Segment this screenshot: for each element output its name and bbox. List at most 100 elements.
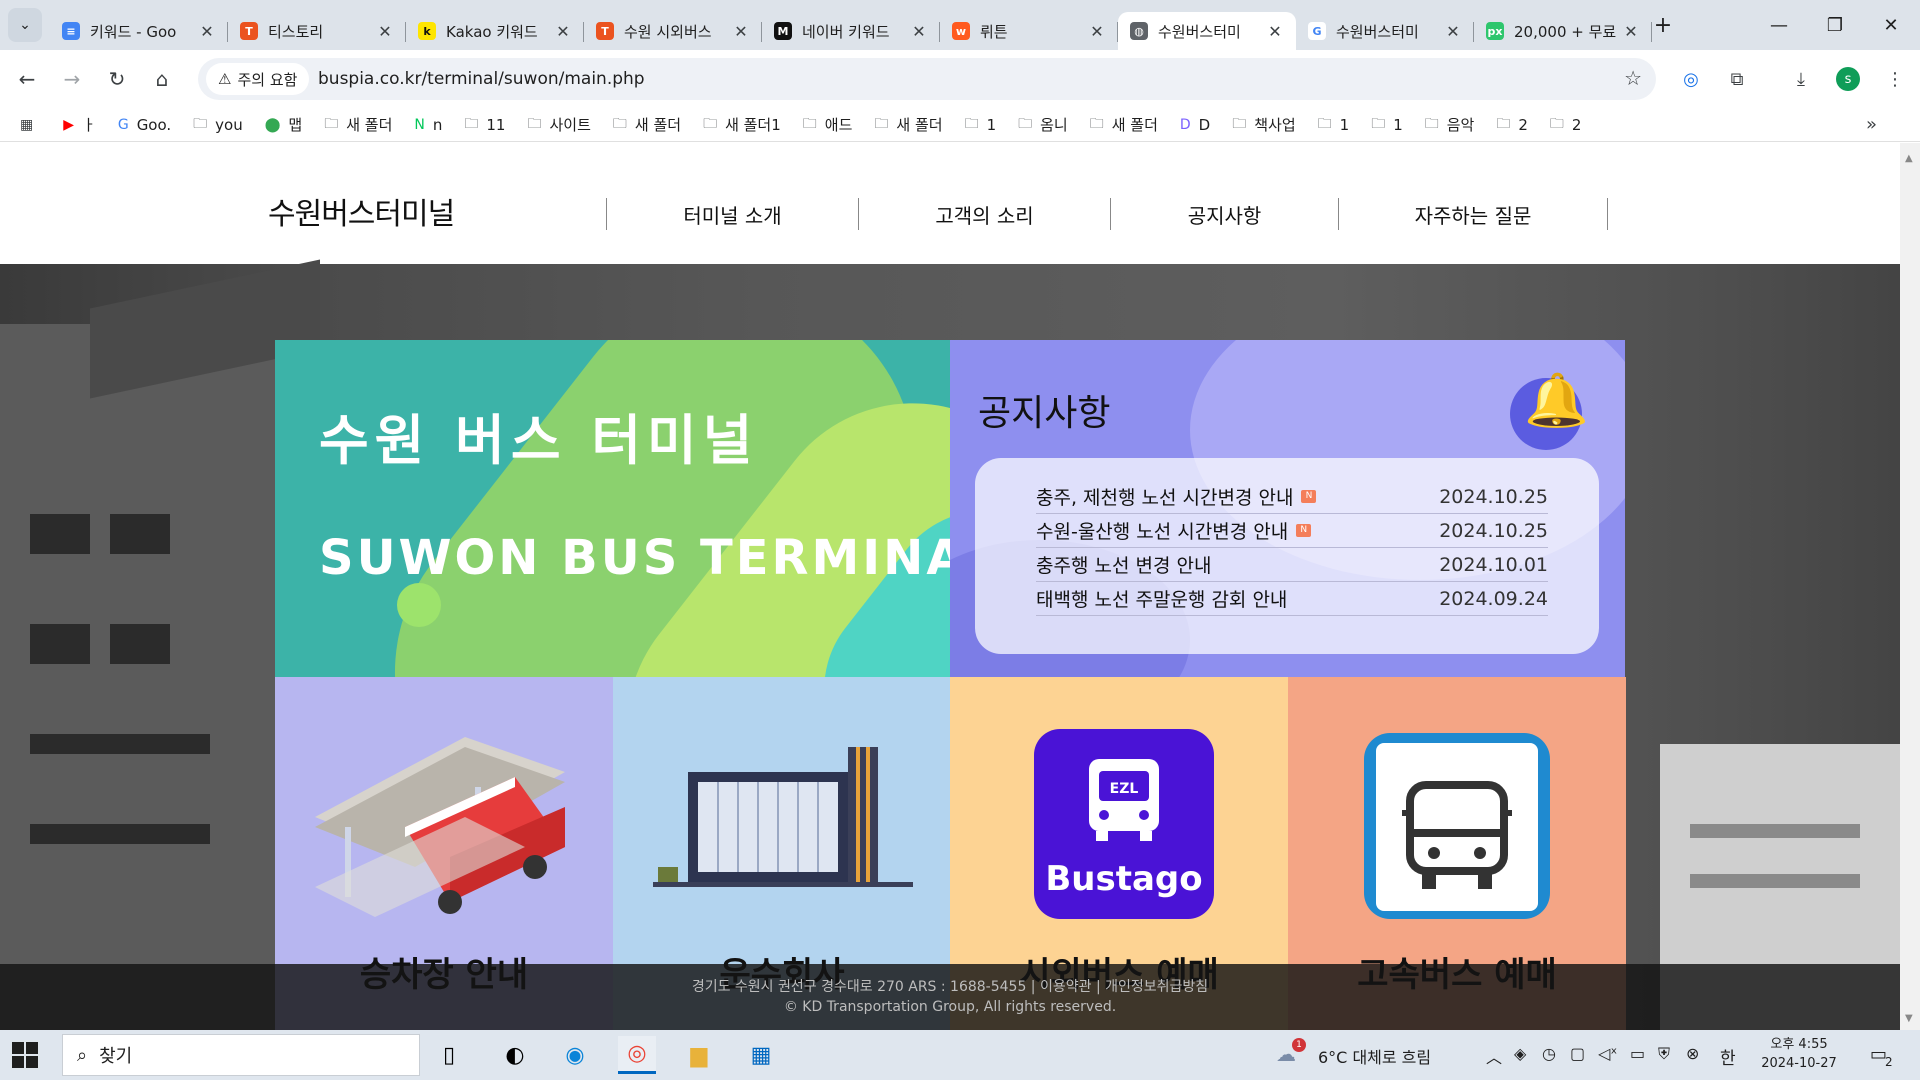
bookmark-item[interactable]: 🗀 새 폴더	[324, 113, 392, 137]
scroll-up-icon[interactable]: ▲	[1905, 153, 1913, 164]
clock-tray-icon[interactable]: ◷	[1542, 1044, 1556, 1063]
edge-icon[interactable]: ◉	[556, 1036, 594, 1074]
bookmark-star-button[interactable]: ☆	[1624, 66, 1642, 90]
tab-close-icon[interactable]: ✕	[1444, 22, 1462, 41]
forward-button[interactable]: →	[55, 62, 89, 96]
browser-tab[interactable]: T 티스토리 ✕	[228, 12, 406, 50]
store-icon[interactable]: ▦	[742, 1036, 780, 1074]
bookmark-item[interactable]: 🗀 1	[1318, 113, 1350, 137]
tab-search-button[interactable]: ⌄	[8, 8, 42, 42]
bookmark-item[interactable]: 🗀 책사업	[1232, 113, 1295, 137]
scroll-down-icon[interactable]: ▼	[1905, 1013, 1913, 1024]
browser-tab[interactable]: ≡ 키워드 - Goo ✕	[50, 12, 228, 50]
address-bar[interactable]: ⚠ 주의 요함 buspia.co.kr/terminal/suwon/main…	[198, 58, 1656, 100]
close-circle-icon[interactable]: ⊗	[1686, 1044, 1699, 1063]
profile-avatar[interactable]: s	[1836, 67, 1860, 91]
notice-title-text: 충주행 노선 변경 안내	[1036, 555, 1212, 577]
bookmark-item[interactable]: 🗀 사이트	[527, 113, 590, 137]
nav-notice[interactable]: 공지사항	[1110, 198, 1338, 230]
page-scrollbar[interactable]: ▲ ▼	[1900, 143, 1920, 1030]
bookmark-label: 새 폴더	[346, 116, 393, 134]
tab-close-icon[interactable]: ✕	[732, 22, 750, 41]
speaker-muted-icon[interactable]: ◁ˣ	[1598, 1044, 1617, 1063]
restore-button[interactable]: ❐	[1806, 0, 1864, 50]
bookmark-item[interactable]: ▦	[20, 117, 41, 133]
bookmark-item[interactable]: Nn	[414, 116, 442, 134]
bookmark-item[interactable]: 🗀 2	[1496, 113, 1528, 137]
notice-item[interactable]: 충주, 제천행 노선 시간변경 안내 N 2024.10.25	[1036, 480, 1548, 514]
bookmark-label: 11	[486, 115, 506, 134]
bookmark-item[interactable]: 🗀 새 폴더	[1090, 113, 1158, 137]
site-logo[interactable]: 수원버스터미널	[268, 189, 455, 233]
nav-terminal-intro[interactable]: 터미널 소개	[606, 198, 858, 230]
chevron-double-right-icon: »	[1866, 114, 1878, 135]
bookmark-item[interactable]: ⬤ 맵	[265, 114, 302, 135]
taskbar-search[interactable]: ⌕ 찾기	[62, 1034, 420, 1076]
bookmark-item[interactable]: DD	[1180, 116, 1210, 134]
bookmark-item[interactable]: 🗀 11	[464, 113, 505, 137]
nav-faq[interactable]: 자주하는 질문	[1338, 198, 1608, 230]
url-text[interactable]: buspia.co.kr/terminal/suwon/main.php	[318, 69, 645, 89]
notice-title[interactable]: 공지사항	[978, 384, 1110, 436]
file-explorer-icon[interactable]: ▆	[680, 1036, 718, 1074]
weather-text[interactable]: 6°C 대체로 흐림	[1318, 1044, 1431, 1068]
tab-close-icon[interactable]: ✕	[910, 22, 928, 41]
start-button[interactable]	[12, 1042, 38, 1068]
bookmarks-overflow-button[interactable]: »	[1866, 114, 1886, 135]
tab-close-icon[interactable]: ✕	[376, 22, 394, 41]
nav-customer-voice[interactable]: 고객의 소리	[858, 198, 1110, 230]
bookmark-item[interactable]: 🗀 애드	[803, 113, 853, 137]
extension-icon[interactable]: ◎	[1676, 64, 1706, 94]
network-icon[interactable]: ▭	[1630, 1044, 1645, 1063]
ime-indicator[interactable]: 한	[1720, 1044, 1736, 1069]
bookmark-item[interactable]: 🗀 새 폴더1	[703, 113, 781, 137]
home-button[interactable]: ⌂	[145, 62, 179, 96]
tab-close-icon[interactable]: ✕	[1266, 22, 1284, 41]
browser-tab[interactable]: G 수원버스터미 ✕	[1296, 12, 1474, 50]
tab-close-icon[interactable]: ✕	[1088, 22, 1106, 41]
bookmark-item[interactable]: 🗀 1	[1371, 113, 1403, 137]
bookmark-label: Goo.	[136, 115, 172, 134]
bookmark-item[interactable]: 🗀 음악	[1425, 113, 1475, 137]
browser-tab[interactable]: w 뤼튼 ✕	[940, 12, 1118, 50]
tab-close-icon[interactable]: ✕	[198, 22, 216, 41]
bookmark-item[interactable]: 🗀 you	[193, 113, 243, 137]
notice-item[interactable]: 태백행 노선 주말운행 감회 안내 2024.09.24	[1036, 582, 1548, 616]
chrome-icon[interactable]: ◎	[618, 1036, 656, 1074]
notice-item[interactable]: 충주행 노선 변경 안내 2024.10.01	[1036, 548, 1548, 582]
tistory-icon: T	[240, 22, 258, 40]
bookmark-item[interactable]: 🗀 새 폴더	[874, 113, 942, 137]
browser-tab[interactable]: T 수원 시외버스 ✕	[584, 12, 762, 50]
bookmark-item[interactable]: 🗀 옴니	[1018, 113, 1068, 137]
menu-button[interactable]: ⋮	[1880, 64, 1910, 94]
bookmark-item[interactable]: ▶ ㅏ	[63, 114, 96, 135]
browser-tab[interactable]: px 20,000 + 무료 ✕	[1474, 12, 1652, 50]
back-button[interactable]: ←	[10, 62, 44, 96]
tray-app-icon[interactable]: ◈	[1514, 1044, 1526, 1063]
system-clock[interactable]: 오후 4:55 2024-10-27	[1754, 1035, 1844, 1073]
new-tab-button[interactable]: +	[1648, 10, 1678, 40]
close-window-button[interactable]: ✕	[1862, 0, 1920, 50]
minimize-button[interactable]: —	[1750, 0, 1808, 50]
tray-device-icon[interactable]: ▢	[1570, 1044, 1585, 1063]
app-icon-circle[interactable]: ◐	[496, 1036, 534, 1074]
security-indicator[interactable]: ⚠ 주의 요함	[206, 63, 310, 95]
downloads-button[interactable]: ⤓	[1786, 64, 1816, 94]
browser-tab[interactable]: ◍ 수원버스터미 ✕	[1118, 12, 1296, 50]
bookmark-item[interactable]: 🗀 2	[1550, 113, 1582, 137]
chevron-up-icon[interactable]: ︿	[1486, 1044, 1502, 1068]
bookmark-item[interactable]: G Goo.	[118, 116, 171, 134]
bookmark-item[interactable]: 🗀 1	[965, 113, 997, 137]
extensions-puzzle-button[interactable]: ⧉	[1722, 64, 1752, 94]
bookmark-label: D	[1198, 115, 1211, 134]
security-shield-icon[interactable]: ⛨	[1658, 1044, 1670, 1064]
browser-tab[interactable]: k Kakao 키워드 ✕	[406, 12, 584, 50]
bookmark-item[interactable]: 🗀 새 폴더	[613, 113, 681, 137]
reload-button[interactable]: ↻	[100, 62, 134, 96]
task-view-icon[interactable]: ▯	[430, 1036, 468, 1074]
notice-item[interactable]: 수원-울산행 노선 시간변경 안내 N 2024.10.25	[1036, 514, 1548, 548]
tab-close-icon[interactable]: ✕	[1622, 22, 1640, 41]
browser-tab[interactable]: M 네이버 키워드 ✕	[762, 12, 940, 50]
tab-close-icon[interactable]: ✕	[554, 22, 572, 41]
clock-date: 2024-10-27	[1761, 1056, 1837, 1071]
